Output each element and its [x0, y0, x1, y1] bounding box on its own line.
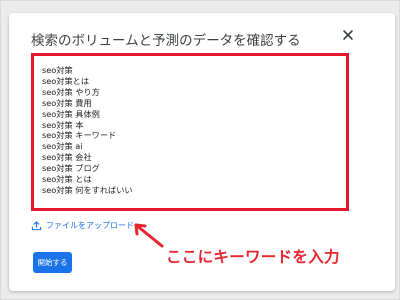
keyword-line: seo対策 ブログ — [42, 163, 100, 174]
keyword-line: seo対策 やり方 — [42, 86, 100, 97]
arrow-icon — [134, 223, 164, 248]
keyword-line: seo対策 キーワード — [42, 130, 117, 141]
keyword-line: seo対策 とは — [42, 174, 92, 185]
dialog-title: 検索のボリュームと予測のデータを確認する — [31, 33, 301, 49]
keyword-line: seo対策 — [42, 65, 73, 75]
keyword-textarea[interactable]: seo対策 seo対策とは seo対策 やり方 seo対策 費用 seo対策 具… — [31, 53, 349, 211]
window-frame: 検索のボリュームと予測のデータを確認する seo対策 seo対策とは seo対策… — [0, 0, 400, 300]
keyword-line: seo対策とは — [42, 75, 90, 86]
upload-label: ファイルをアップロード — [46, 221, 134, 230]
keyword-line: seo対策 具体例 — [42, 108, 100, 119]
keyword-line: seo対策 費用 — [42, 97, 92, 108]
start-button[interactable]: 開始する — [33, 252, 72, 273]
keyword-line: seo対策 会社 — [42, 152, 92, 163]
upload-file-link[interactable]: ファイルをアップロード — [31, 220, 134, 231]
keyword-line: seo対策 ai — [42, 141, 83, 152]
upload-icon — [31, 221, 42, 231]
annotation-text: ここにキーワードを入力 — [166, 248, 340, 266]
keyword-line: seo対策 本 — [42, 119, 84, 130]
close-button[interactable] — [340, 27, 356, 43]
close-icon — [343, 30, 353, 40]
keyword-line: seo対策 何をすればいい — [42, 184, 133, 195]
